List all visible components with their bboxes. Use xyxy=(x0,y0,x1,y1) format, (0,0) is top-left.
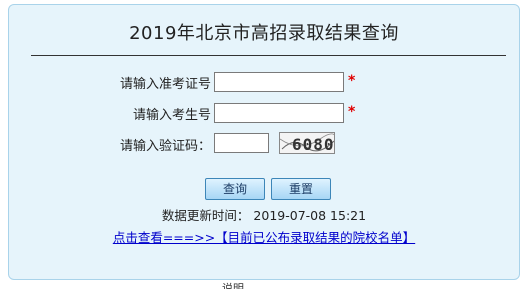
reset-button[interactable]: 重置 xyxy=(271,178,331,200)
student-id-required-mark: * xyxy=(348,104,356,120)
exam-id-input[interactable] xyxy=(214,72,344,92)
update-time-value: 2019-07-08 15:21 xyxy=(253,208,367,223)
query-button[interactable]: 查询 xyxy=(205,178,265,200)
student-id-input[interactable] xyxy=(214,103,344,123)
page-title: 2019年北京市高招录取结果查询 xyxy=(129,23,399,44)
admitted-schools-link[interactable]: 点击查看===>>【目前已公布录取结果的院校名单】 xyxy=(9,227,519,246)
captcha-text: 6080 xyxy=(292,135,335,154)
exam-id-label: 请输入准考证号 xyxy=(119,77,211,92)
captcha-input[interactable] xyxy=(214,133,269,153)
update-time: 数据更新时间： 2019-07-08 15:21 xyxy=(9,205,519,224)
footer-partial-text: 说明 xyxy=(222,282,244,289)
captcha-label: 请输入验证码： xyxy=(119,139,211,154)
student-id-label: 请输入考生号 xyxy=(132,108,211,123)
query-panel: 2019年北京市高招录取结果查询 请输入准考证号 * 请输入考生号 * 请输入验… xyxy=(8,4,520,280)
captcha-noise-icon: 6080 xyxy=(280,133,335,154)
captcha-image[interactable]: 6080 xyxy=(279,132,335,154)
update-time-label: 数据更新时间： xyxy=(161,208,250,223)
title-divider xyxy=(31,55,506,56)
exam-id-required-mark: * xyxy=(348,73,356,89)
